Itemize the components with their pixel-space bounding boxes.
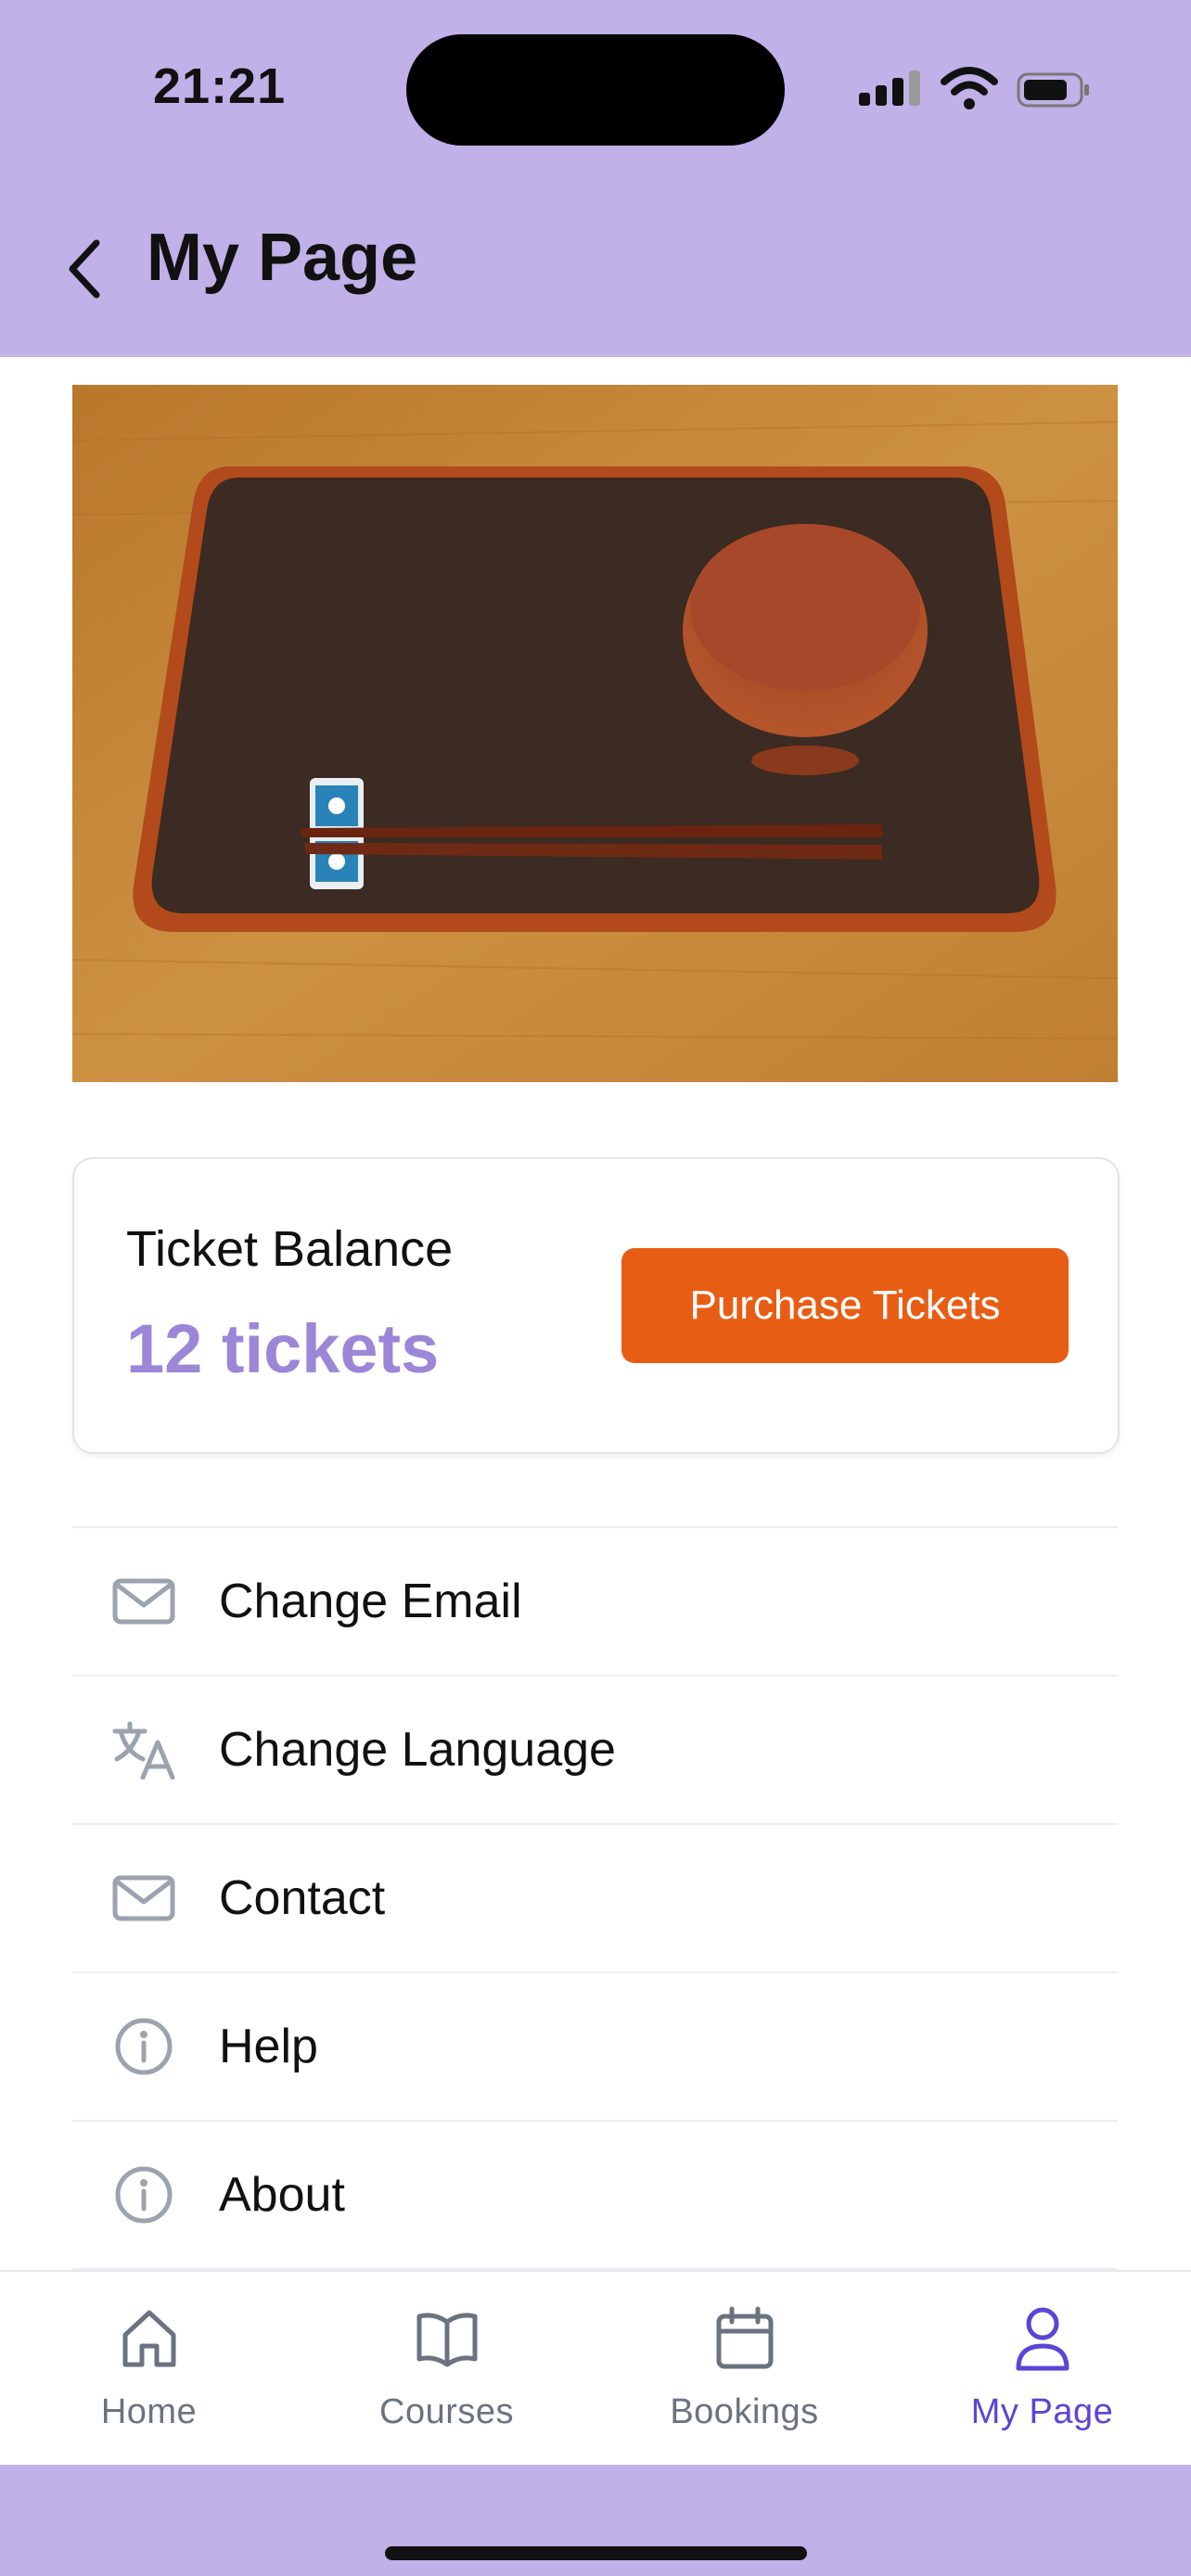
- info-icon: [115, 2018, 173, 2075]
- hero-image: [72, 385, 1118, 1082]
- tab-label: My Page: [970, 2392, 1114, 2431]
- mail-icon: [112, 1875, 175, 1921]
- tab-courses[interactable]: Courses: [298, 2272, 596, 2467]
- purchase-tickets-button[interactable]: Purchase Tickets: [621, 1248, 1069, 1363]
- menu-item-help[interactable]: Help: [72, 1971, 1118, 2120]
- user-icon: [1016, 2307, 1069, 2371]
- tab-home[interactable]: Home: [0, 2272, 298, 2467]
- header: My Page: [0, 181, 1191, 357]
- menu-item-label: About: [219, 2168, 345, 2222]
- calendar-icon: [716, 2306, 774, 2369]
- home-indicator-area: [0, 2465, 1191, 2576]
- ticket-balance-value: 12 tickets: [126, 1310, 440, 1387]
- battery-icon: [1017, 72, 1089, 108]
- menu-item-label: Help: [219, 2020, 318, 2073]
- menu-item-change-language[interactable]: Change Language: [72, 1675, 1118, 1823]
- menu-item-about[interactable]: About: [72, 2120, 1118, 2268]
- status-time: 21:21: [153, 58, 287, 114]
- tab-label: Home: [100, 2392, 198, 2431]
- page-title: My Page: [147, 221, 418, 295]
- tab-label: Bookings: [670, 2392, 819, 2431]
- chevron-left-icon[interactable]: [61, 232, 108, 306]
- translate-icon: [112, 1721, 175, 1779]
- menu-item-label: Change Email: [219, 1575, 522, 1628]
- book-icon: [416, 2313, 478, 2367]
- info-icon: [115, 2166, 173, 2224]
- dynamic-island: [406, 34, 785, 146]
- menu-item-contact[interactable]: Contact: [72, 1823, 1118, 1971]
- tab-bar: Home Courses Bookings My Page: [0, 2270, 1191, 2467]
- wifi-icon: [941, 67, 998, 109]
- menu-item-label: Change Language: [219, 1723, 616, 1777]
- status-bar: 21:21: [0, 0, 1191, 181]
- home-indicator[interactable]: [385, 2546, 807, 2560]
- ticket-balance-card: Ticket Balance 12 tickets Purchase Ticke…: [72, 1157, 1120, 1454]
- home-icon: [122, 2310, 176, 2367]
- settings-menu: Change Email Change Language Contact Hel…: [72, 1526, 1118, 2270]
- tab-label: Courses: [379, 2392, 514, 2431]
- status-icons: [859, 65, 1091, 111]
- menu-item-label: Contact: [219, 1871, 386, 1925]
- ticket-balance-label: Ticket Balance: [126, 1221, 454, 1277]
- cellular-signal-icon: [859, 65, 924, 111]
- tab-my-page[interactable]: My Page: [893, 2272, 1191, 2467]
- mail-icon: [112, 1578, 175, 1625]
- tab-bookings[interactable]: Bookings: [596, 2272, 893, 2467]
- menu-item-change-email[interactable]: Change Email: [72, 1526, 1118, 1675]
